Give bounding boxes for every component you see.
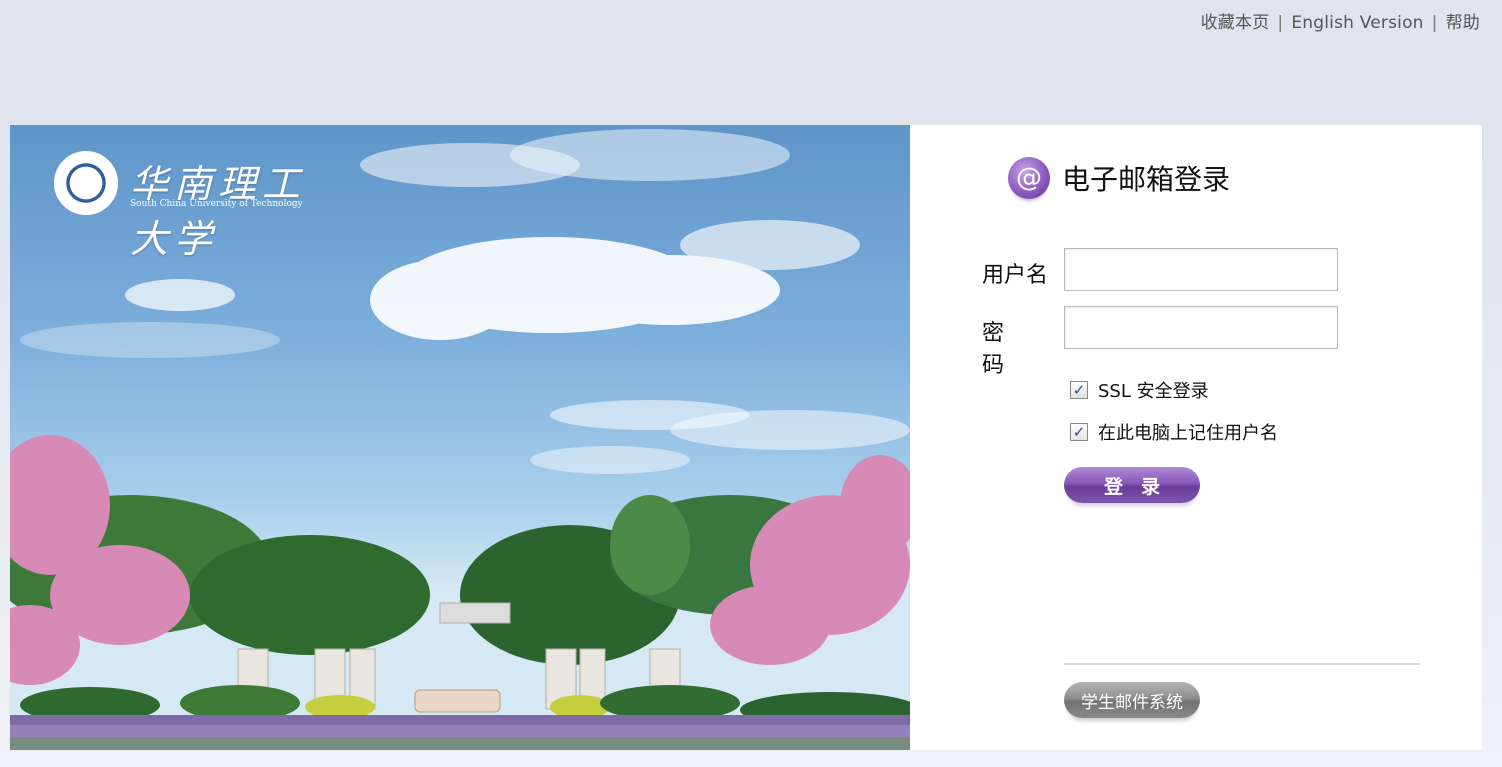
- username-input[interactable]: [1064, 248, 1338, 291]
- username-label: 用户名: [982, 263, 1049, 288]
- login-title: @ 电子邮箱登录: [1008, 155, 1230, 201]
- login-form: @ 电子邮箱登录 用户名 密码 ✓ SSL 安全登录 ✓ 在此电脑上记住用户名 …: [910, 125, 1482, 750]
- university-seal-icon: [54, 151, 118, 215]
- main-panel: 华南理工大学 South China University of Technol…: [10, 125, 1482, 750]
- ssl-label: SSL 安全登录: [1098, 381, 1209, 402]
- university-logo: 华南理工大学 South China University of Technol…: [52, 149, 322, 261]
- at-icon: @: [1008, 157, 1050, 199]
- divider: [1064, 663, 1420, 665]
- remember-label: 在此电脑上记住用户名: [1098, 423, 1278, 444]
- student-mail-button[interactable]: 学生邮件系统: [1064, 682, 1200, 718]
- ssl-login-option[interactable]: ✓ SSL 安全登录: [1070, 377, 1209, 403]
- login-button[interactable]: 登录: [1064, 467, 1200, 503]
- campus-photo: 华南理工大学 South China University of Technol…: [10, 125, 910, 750]
- remember-username-option[interactable]: ✓ 在此电脑上记住用户名: [1070, 419, 1278, 445]
- remember-checkbox[interactable]: ✓: [1070, 423, 1088, 441]
- english-version-link[interactable]: English Version: [1291, 13, 1423, 33]
- link-separator: |: [1431, 13, 1438, 33]
- top-links: 收藏本页 | English Version | 帮助: [1201, 8, 1480, 33]
- university-name-en: South China University of Technology: [130, 199, 303, 209]
- password-label: 密码: [982, 321, 1022, 378]
- link-separator: |: [1277, 13, 1284, 33]
- password-input[interactable]: [1064, 306, 1338, 349]
- help-link[interactable]: 帮助: [1446, 13, 1480, 33]
- bookmark-link[interactable]: 收藏本页: [1201, 13, 1270, 33]
- login-title-text: 电子邮箱登录: [1062, 163, 1231, 196]
- ssl-checkbox[interactable]: ✓: [1070, 381, 1088, 399]
